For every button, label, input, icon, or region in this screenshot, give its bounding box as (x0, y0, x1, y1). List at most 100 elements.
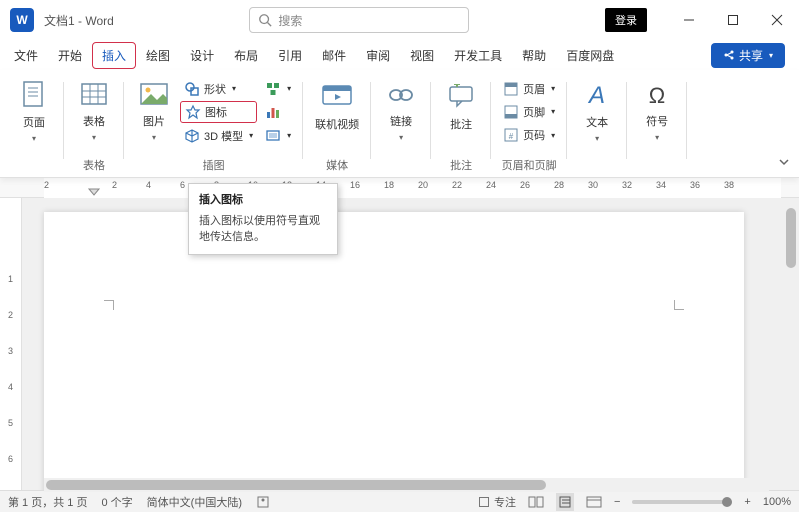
tab-view[interactable]: 视图 (400, 42, 444, 69)
zoom-in-button[interactable]: + (744, 496, 750, 508)
symbol-icon: Ω (641, 80, 673, 109)
vertical-ruler[interactable]: 123456 (0, 198, 22, 490)
share-label: 共享 (739, 47, 763, 64)
tab-references[interactable]: 引用 (268, 42, 312, 69)
media-label: 联机视频 (315, 116, 359, 132)
chart-button[interactable] (261, 101, 295, 122)
group-pages: 页面 ▾ (0, 70, 64, 177)
pagenumber-icon: # (503, 127, 519, 143)
tab-insert[interactable]: 插入 (92, 42, 136, 69)
menu-tab-bar: 文件 开始 插入 绘图 设计 布局 引用 邮件 审阅 视图 开发工具 帮助 百度… (0, 40, 799, 70)
titlebar: W 文档1 - Word 搜索 登录 (0, 0, 799, 40)
view-print-icon[interactable] (556, 493, 574, 511)
window-minimize-button[interactable] (667, 0, 711, 40)
pictures-button[interactable]: 图片 ▾ (130, 76, 178, 146)
shapes-button[interactable]: 形状▾ (180, 78, 257, 99)
workspace: 123456 (0, 198, 799, 490)
table-button[interactable]: 表格 ▾ (70, 76, 118, 146)
search-placeholder: 搜索 (278, 12, 302, 29)
ribbon: 页面 ▾ 表格 ▾ 表格 图片 ▾ 形状▾ 图标 (0, 70, 799, 178)
scroll-thumb[interactable] (786, 208, 796, 268)
focus-mode-button[interactable]: 专注 (477, 494, 516, 510)
tab-developer[interactable]: 开发工具 (444, 42, 512, 69)
margin-corner-tl (104, 300, 114, 310)
chart-icon (265, 104, 281, 120)
online-video-button[interactable]: 联机视频 (309, 76, 365, 146)
group-comments: 批注 批注 (431, 70, 491, 177)
ribbon-collapse-button[interactable] (777, 155, 791, 169)
group-headerfooter-label: 页眉和页脚 (502, 157, 557, 173)
table-label: 表格 (83, 113, 105, 129)
group-tables: 表格 ▾ 表格 (64, 70, 124, 177)
tab-review[interactable]: 审阅 (356, 42, 400, 69)
chevron-down-icon: ▾ (769, 51, 773, 60)
page-number-button[interactable]: # 页码▾ (499, 125, 559, 146)
smartart-icon (265, 81, 281, 97)
status-page[interactable]: 第 1 页，共 1 页 (8, 494, 87, 510)
group-links: 链接 ▾ (371, 70, 431, 177)
icons-button[interactable]: 图标 (180, 101, 257, 123)
login-button[interactable]: 登录 (605, 8, 647, 32)
zoom-slider[interactable] (632, 500, 732, 504)
tab-design[interactable]: 设计 (180, 42, 224, 69)
indent-marker-icon[interactable] (88, 188, 100, 196)
status-language[interactable]: 简体中文(中国大陆) (147, 494, 242, 510)
group-illustrations: 图片 ▾ 形状▾ 图标 3D 模型▾ (124, 70, 303, 177)
group-comments-label: 批注 (450, 157, 472, 173)
share-button[interactable]: 共享 ▾ (711, 43, 785, 68)
view-read-icon[interactable] (528, 495, 544, 509)
video-icon (321, 80, 353, 112)
group-headerfooter: 页眉▾ 页脚▾ # 页码▾ 页眉和页脚 (491, 70, 567, 177)
view-web-icon[interactable] (586, 495, 602, 509)
pages-button[interactable]: 页面 ▾ (10, 76, 58, 146)
tab-mailings[interactable]: 邮件 (312, 42, 356, 69)
page-icon (18, 80, 50, 110)
window-close-button[interactable] (755, 0, 799, 40)
document-title: 文档1 - Word (44, 12, 114, 29)
tab-baidu[interactable]: 百度网盘 (556, 42, 624, 69)
symbol-button[interactable]: Ω 符号 ▾ (633, 76, 681, 146)
footer-button[interactable]: 页脚▾ (499, 101, 559, 122)
horizontal-ruler[interactable]: 22468101214161820222426283032343638 (0, 178, 799, 198)
comment-button[interactable]: 批注 (437, 76, 485, 146)
comment-label: 批注 (450, 116, 472, 132)
status-words[interactable]: 0 个字 (101, 494, 132, 510)
accessibility-icon[interactable] (256, 495, 270, 509)
page-area[interactable] (22, 198, 799, 490)
cube-icon (184, 128, 200, 144)
group-symbols: Ω 符号 ▾ (627, 70, 687, 177)
link-button[interactable]: 链接 ▾ (377, 76, 425, 146)
zoom-level[interactable]: 100% (763, 496, 791, 508)
tab-file[interactable]: 文件 (4, 42, 48, 69)
horizontal-scrollbar[interactable] (44, 478, 769, 492)
comment-icon (445, 80, 477, 112)
header-button[interactable]: 页眉▾ (499, 78, 559, 99)
search-input[interactable]: 搜索 (249, 7, 469, 33)
tooltip-title: 插入图标 (199, 192, 327, 209)
picture-icon (138, 80, 170, 109)
svg-text:A: A (587, 82, 605, 109)
text-label: 文本 (586, 114, 608, 130)
status-bar: 第 1 页，共 1 页 0 个字 简体中文(中国大陆) 专注 − + 100% (0, 490, 799, 512)
zoom-out-button[interactable]: − (614, 496, 620, 508)
smartart-button[interactable]: ▾ (261, 78, 295, 99)
search-icon (258, 13, 272, 27)
group-media-label: 媒体 (326, 157, 348, 173)
screenshot-button[interactable]: ▾ (261, 125, 295, 146)
icons-icon (185, 104, 201, 120)
shapes-icon (184, 81, 200, 97)
group-tables-label: 表格 (83, 157, 105, 173)
tab-layout[interactable]: 布局 (224, 42, 268, 69)
pages-label: 页面 (23, 114, 45, 130)
window-maximize-button[interactable] (711, 0, 755, 40)
3d-models-button[interactable]: 3D 模型▾ (180, 125, 257, 146)
footer-icon (503, 104, 519, 120)
tab-home[interactable]: 开始 (48, 42, 92, 69)
text-button[interactable]: A 文本 ▾ (573, 76, 621, 146)
tab-draw[interactable]: 绘图 (136, 42, 180, 69)
tab-help[interactable]: 帮助 (512, 42, 556, 69)
vertical-scrollbar[interactable] (783, 198, 799, 490)
svg-text:Ω: Ω (649, 83, 665, 108)
document-page[interactable] (44, 212, 744, 490)
scroll-thumb[interactable] (46, 480, 546, 490)
